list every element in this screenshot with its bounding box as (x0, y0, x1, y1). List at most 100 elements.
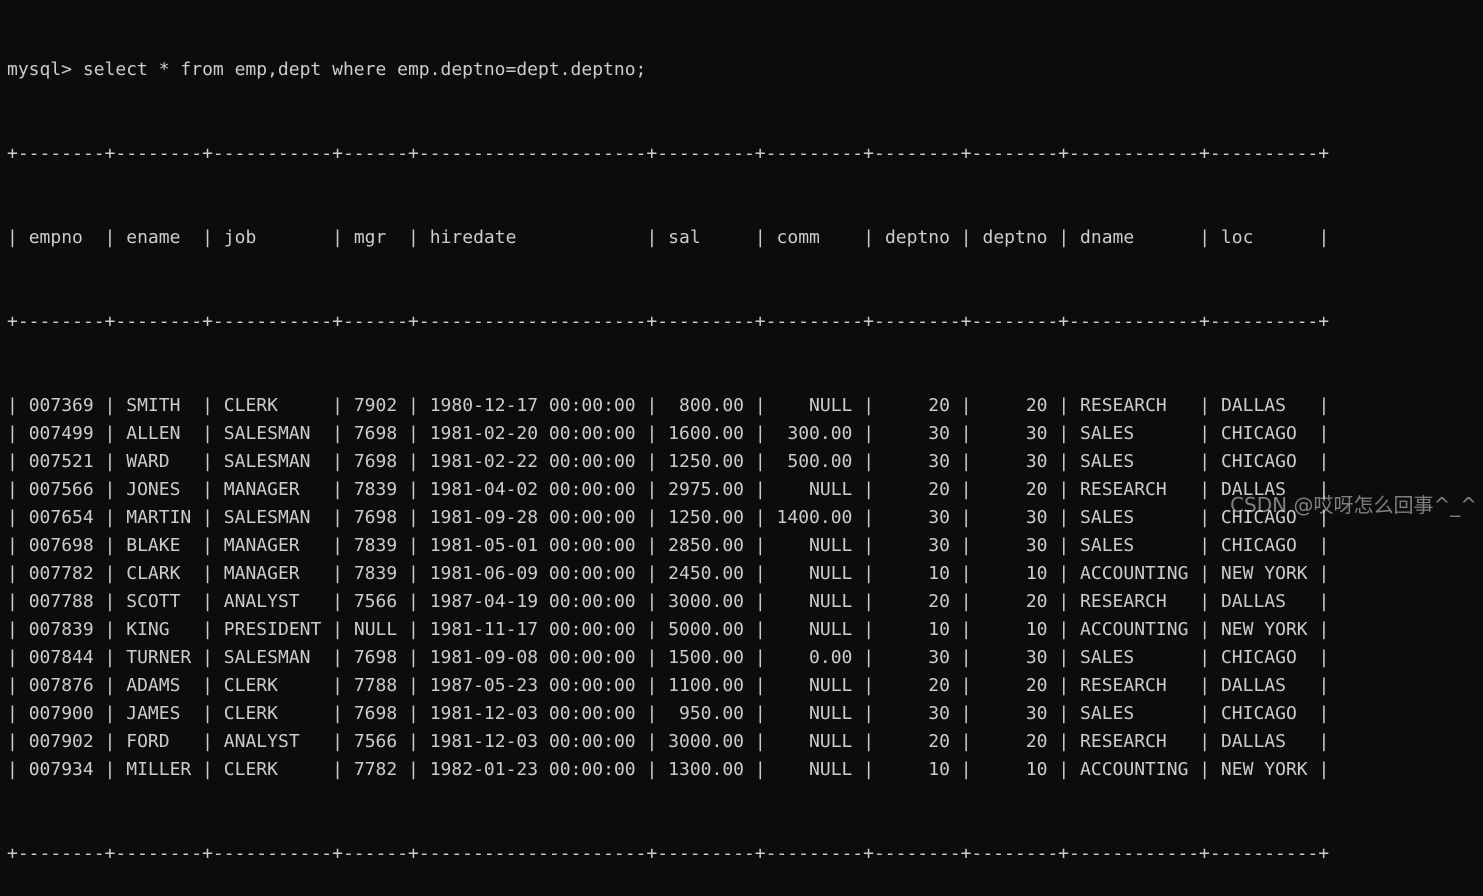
table-cell: 1250.00 (668, 451, 745, 472)
table-row: | 007844 | TURNER | SALESMAN | 7698 | 19… (7, 647, 1330, 668)
table-row: | 007499 | ALLEN | SALESMAN | 7698 | 198… (7, 423, 1330, 444)
column-header: loc (1220, 227, 1254, 248)
table-cell: SMITH (126, 395, 181, 416)
table-cell: 007902 (28, 731, 94, 752)
table-cell: DALLAS (1220, 675, 1286, 696)
table-cell: 20 (928, 479, 950, 500)
column-header: empno (28, 227, 83, 248)
table-cell: 20 (1025, 731, 1048, 752)
terminal-output: mysql> select * from emp,dept where emp.… (7, 0, 1329, 896)
table-cell: 1980-12-17 00:00:00 (429, 395, 636, 416)
table-cell: 30 (1025, 451, 1048, 472)
table-cell: 007788 (28, 591, 94, 612)
table-cell: 007844 (28, 647, 94, 668)
result-rows: | 007369 | SMITH | CLERK | 7902 | 1980-1… (7, 392, 1329, 784)
table-cell: 30 (1025, 535, 1048, 556)
table-cell: CLARK (126, 563, 181, 584)
table-cell: 7566 (353, 591, 398, 612)
table-cell: 1987-04-19 00:00:00 (429, 591, 636, 612)
table-cell: KING (126, 619, 170, 640)
table-row: | 007698 | BLAKE | MANAGER | 7839 | 1981… (7, 535, 1330, 556)
column-header: hiredate (429, 227, 517, 248)
table-cell: 10 (928, 563, 950, 584)
column-header: mgr (353, 227, 387, 248)
table-row: | 007876 | ADAMS | CLERK | 7788 | 1987-0… (7, 675, 1330, 696)
table-cell: 1500.00 (668, 647, 744, 668)
column-header: dname (1080, 227, 1135, 248)
table-cell: 1300.00 (668, 759, 744, 780)
table-cell: MARTIN (126, 507, 192, 528)
table-cell: SALES (1080, 451, 1135, 472)
table-cell: 1981-09-08 00:00:00 (429, 647, 636, 668)
table-cell: 2975.00 (668, 479, 744, 500)
table-cell: 2850.00 (668, 535, 744, 556)
table-cell: SALESMAN (223, 507, 311, 528)
table-cell: MANAGER (223, 535, 300, 556)
table-cell: MANAGER (223, 563, 300, 584)
table-cell: 30 (928, 507, 950, 528)
table-cell: 30 (928, 647, 950, 668)
table-cell: 007521 (28, 451, 94, 472)
table-cell: NULL (809, 703, 853, 724)
table-cell: 007900 (28, 703, 94, 724)
table-cell: 20 (928, 675, 950, 696)
table-cell: 1981-05-01 00:00:00 (429, 535, 636, 556)
table-cell: ACCOUNTING (1080, 759, 1189, 780)
table-cell: 300.00 (787, 423, 853, 444)
table-cell: SALES (1080, 423, 1135, 444)
table-cell: ANALYST (223, 591, 300, 612)
table-cell: 7839 (353, 479, 398, 500)
table-border-top: +--------+--------+-----------+------+--… (7, 143, 1330, 164)
table-cell: MANAGER (223, 479, 300, 500)
table-cell: 10 (1025, 619, 1048, 640)
table-cell: 7698 (353, 703, 398, 724)
table-cell: CHICAGO (1220, 647, 1297, 668)
table-cell: 0.00 (809, 647, 853, 668)
table-cell: ACCOUNTING (1080, 619, 1189, 640)
table-cell: 3000.00 (668, 731, 745, 752)
table-cell: CHICAGO (1220, 535, 1297, 556)
table-cell: 30 (928, 451, 950, 472)
table-cell: NULL (353, 619, 398, 640)
table-cell: 800.00 (678, 395, 745, 416)
column-header: sal (668, 227, 701, 248)
table-cell: NULL (809, 731, 853, 752)
table-cell: CHICAGO (1220, 423, 1297, 444)
table-row: | 007902 | FORD | ANALYST | 7566 | 1981-… (7, 731, 1330, 752)
table-cell: 007369 (28, 395, 94, 416)
table-cell: 7698 (353, 647, 398, 668)
table-cell: 1981-12-03 00:00:00 (429, 731, 636, 752)
table-cell: CHICAGO (1220, 451, 1297, 472)
table-row: | 007521 | WARD | SALESMAN | 7698 | 1981… (7, 451, 1330, 472)
table-cell: BLAKE (126, 535, 181, 556)
table-cell: NULL (809, 479, 853, 500)
table-cell: 3000.00 (668, 591, 744, 612)
table-row: | 007934 | MILLER | CLERK | 7782 | 1982-… (7, 759, 1330, 780)
table-cell: NEW YORK (1220, 759, 1308, 780)
table-cell: NULL (809, 591, 853, 612)
column-header: job (223, 227, 257, 248)
table-cell: NEW YORK (1220, 563, 1308, 584)
table-cell: 007654 (28, 507, 94, 528)
table-cell: TURNER (126, 647, 192, 668)
table-border-header: +--------+--------+-----------+------+--… (7, 311, 1330, 332)
sql-command: select * from emp,dept where emp.deptno=… (82, 59, 647, 80)
table-cell: ACCOUNTING (1080, 563, 1189, 584)
table-cell: RESEARCH (1080, 395, 1167, 416)
table-cell: ALLEN (126, 423, 181, 444)
table-cell: 1981-12-03 00:00:00 (429, 703, 636, 724)
table-cell: ANALYST (223, 731, 300, 752)
table-cell: 1982-01-23 00:00:00 (429, 759, 636, 780)
table-cell: 007934 (28, 759, 94, 780)
table-cell: 30 (1025, 703, 1048, 724)
table-cell: CLERK (223, 759, 278, 780)
table-cell: 20 (1025, 591, 1048, 612)
table-row: | 007900 | JAMES | CLERK | 7698 | 1981-1… (7, 703, 1330, 724)
table-cell: 30 (928, 423, 950, 444)
table-cell: 30 (1025, 647, 1048, 668)
table-cell: 7839 (353, 563, 398, 584)
table-cell: ADAMS (126, 675, 181, 696)
table-cell: 007876 (28, 675, 94, 696)
table-cell: RESEARCH (1080, 675, 1167, 696)
table-cell: SALES (1080, 535, 1135, 556)
